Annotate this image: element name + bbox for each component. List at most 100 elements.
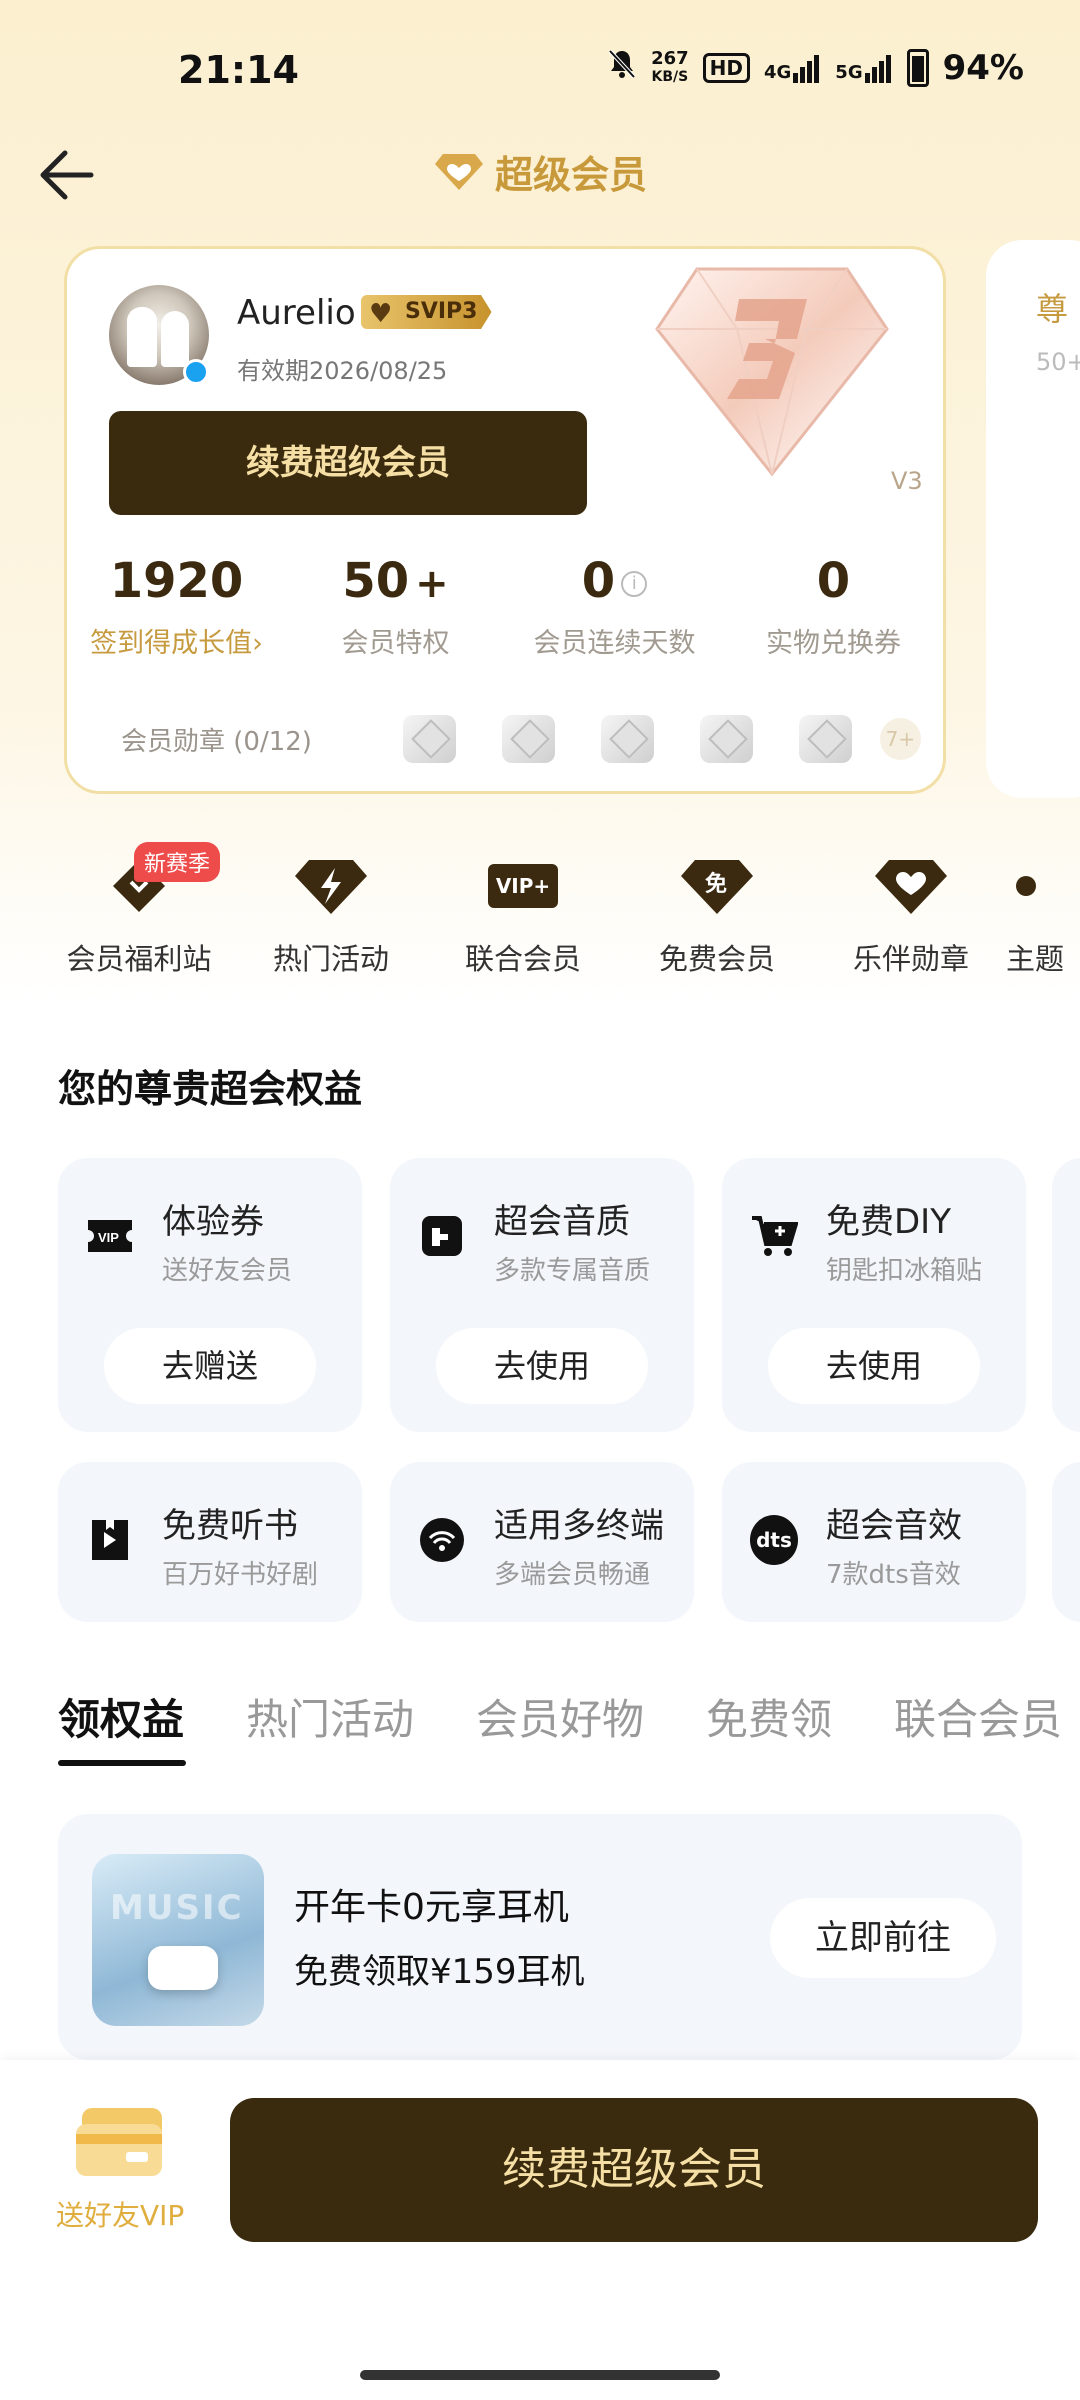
membership-expiry: 有效期2026/08/25 <box>237 357 448 385</box>
quick-link-free-member[interactable]: 免 免费会员 <box>622 846 812 978</box>
network-speed: 267 KB/S <box>651 50 689 86</box>
right-card-title: 体验券 <box>162 1202 264 1242</box>
right-card-peek[interactable] <box>1052 1158 1080 1432</box>
tab-free[interactable]: 免费领 <box>706 1686 832 1747</box>
battery-icon <box>906 49 929 87</box>
right-card-sub: 送好友会员 <box>162 1256 293 1286</box>
right-card-title: 适用多终端 <box>494 1506 664 1546</box>
network-speed-value: 267 <box>651 48 689 69</box>
right-card-title: 超会音质 <box>494 1202 630 1242</box>
heart-badge-icon <box>873 856 949 916</box>
stat-consecutive-days-number: 0 <box>581 553 616 609</box>
stat-consecutive-days-value: 0i <box>505 549 724 613</box>
right-card-multi-device[interactable]: 适用多终端 多端会员畅通 <box>390 1462 694 1622</box>
section-title: 您的尊贵超会权益 <box>58 1067 363 1111</box>
right-card-title: 超会音效 <box>826 1506 962 1546</box>
quick-link-activities[interactable]: 热门活动 <box>236 846 426 978</box>
quick-link-label: 免费会员 <box>658 942 775 976</box>
promo-sub: 免费领取¥159耳机 <box>294 1952 585 1992</box>
quick-link-theme[interactable]: 主题 <box>1006 846 1080 978</box>
plus-sign: + <box>415 561 449 607</box>
svg-text:VIP: VIP <box>98 1230 119 1245</box>
stat-privileges-value: 50 + <box>286 549 505 613</box>
stat-privileges-number: 50 <box>342 553 410 609</box>
sound-quality-icon <box>418 1212 466 1260</box>
mute-icon <box>607 48 637 88</box>
hd-badge: HD <box>702 53 750 83</box>
right-card-sub: 多款专属音质 <box>494 1256 651 1286</box>
crown-v-icon: ♥ <box>369 299 393 329</box>
right-card-sub: 7款dts音效 <box>826 1560 961 1590</box>
right-card-title: 免费听书 <box>162 1506 298 1546</box>
stat-vouchers[interactable]: 0 实物兑换券 <box>724 549 943 660</box>
gift-card-icon[interactable] <box>76 2098 168 2182</box>
battery-percent: 94% <box>942 48 1024 88</box>
stat-growth[interactable]: 1920 签到得成长值› <box>67 549 286 660</box>
right-card-peek[interactable] <box>1052 1462 1080 1622</box>
cart-icon <box>750 1212 798 1260</box>
right-card-audiobook[interactable]: 免费听书 百万好书好剧 <box>58 1462 362 1622</box>
info-icon[interactable]: i <box>621 571 648 597</box>
bottom-renew-button[interactable]: 续费超级会员 <box>230 2098 1038 2242</box>
status-bar: 21:14 267 KB/S HD 4G 5G 94% <box>0 0 1080 140</box>
gift-vip-label[interactable]: 送好友VIP <box>56 2194 184 2234</box>
status-time: 21:14 <box>178 48 299 92</box>
status-icons: 267 KB/S HD 4G 5G 94% <box>607 48 1024 88</box>
quick-link-welfare[interactable]: 新赛季 会员福利站 <box>44 842 234 978</box>
tab-hot-activities[interactable]: 热门活动 <box>246 1686 414 1747</box>
stat-vouchers-label: 实物兑换券 <box>766 628 901 659</box>
medal-icon <box>798 715 852 763</box>
member-stats: 1920 签到得成长值› 50 + 会员特权 0i 会员连续天数 0 实物兑换券 <box>67 549 943 660</box>
medals-row[interactable]: 会员勋章 (0/12) 7+ <box>121 709 921 769</box>
peek-card-title: 尊 <box>1036 290 1069 328</box>
renew-membership-button[interactable]: 续费超级会员 <box>109 411 587 515</box>
signal-4g-icon: 4G <box>764 53 821 83</box>
stat-growth-value: 1920 <box>109 553 244 609</box>
right-card-sub: 钥匙扣冰箱贴 <box>826 1256 983 1286</box>
use-button[interactable]: 去使用 <box>436 1328 648 1404</box>
quick-link-medal[interactable]: 乐伴勋章 <box>816 846 1006 978</box>
level-diamond-icon <box>655 267 889 477</box>
lightning-diamond-icon <box>293 856 369 916</box>
right-card-sound-quality[interactable]: 超会音质 多款专属音质 去使用 <box>390 1158 694 1432</box>
go-now-button[interactable]: 立即前往 <box>770 1898 996 1978</box>
stat-privileges[interactable]: 50 + 会员特权 <box>286 549 505 660</box>
member-card[interactable]: Aurelio ♥ SVIP3 有效期2026/08/25 续费超级会员 V3 … <box>64 246 946 794</box>
right-card-sound-effect[interactable]: dts 超会音效 7款dts音效 <box>722 1462 1026 1622</box>
svip-level-badge: ♥ SVIP3 <box>361 295 492 329</box>
medals-label: 会员勋章 (0/12) <box>121 726 312 757</box>
page-title-text: 超级会员 <box>494 153 647 197</box>
right-card-sub: 多端会员畅通 <box>494 1560 651 1590</box>
home-indicator[interactable] <box>360 2370 720 2380</box>
medal-icon <box>699 715 753 763</box>
chevron-right-icon: › <box>252 628 263 659</box>
vip-plus-text: VIP+ <box>487 864 559 908</box>
tab-rights[interactable]: 领权益 <box>58 1686 184 1747</box>
tab-member-goods[interactable]: 会员好物 <box>476 1686 644 1747</box>
signal-5g-icon: 5G <box>835 53 892 83</box>
page-title: 超级会员 <box>0 144 1080 199</box>
peek-card-sub: 50+ <box>1036 348 1080 376</box>
stat-growth-label-text: 签到得成长值 <box>90 628 253 659</box>
promo-card[interactable]: 开年卡0元享耳机 免费领取¥159耳机 立即前往 <box>58 1814 1022 2060</box>
quick-link-label: 会员福利站 <box>66 942 212 976</box>
right-card-free-diy[interactable]: 免费DIY 钥匙扣冰箱贴 去使用 <box>722 1158 1026 1432</box>
quick-link-label: 热门活动 <box>272 942 389 976</box>
use-button[interactable]: 去使用 <box>768 1328 980 1404</box>
right-card-trial-ticket[interactable]: VIP 体验券 送好友会员 去赠送 <box>58 1158 362 1432</box>
svip-level-text: SVIP3 <box>405 299 478 324</box>
level-tag: V3 <box>891 467 923 495</box>
quick-link-joint-member[interactable]: VIP+ 联合会员 <box>428 846 618 978</box>
audiobook-icon <box>86 1516 134 1564</box>
dts-icon: dts <box>750 1515 798 1565</box>
stat-consecutive-days[interactable]: 0i 会员连续天数 <box>505 549 724 660</box>
medals-more-count[interactable]: 7+ <box>879 718 921 760</box>
stat-consecutive-days-label: 会员连续天数 <box>533 628 696 659</box>
bottom-bar: 送好友VIP 续费超级会员 <box>0 2060 1080 2400</box>
user-name: Aurelio <box>237 293 356 333</box>
stat-growth-label[interactable]: 签到得成长值› <box>67 621 286 660</box>
tab-joint-member[interactable]: 联合会员 <box>894 1686 1062 1747</box>
gift-button[interactable]: 去赠送 <box>104 1328 316 1404</box>
vip-ticket-icon: VIP <box>86 1212 134 1260</box>
next-card-peek[interactable]: 尊 50+ <box>986 240 1080 798</box>
